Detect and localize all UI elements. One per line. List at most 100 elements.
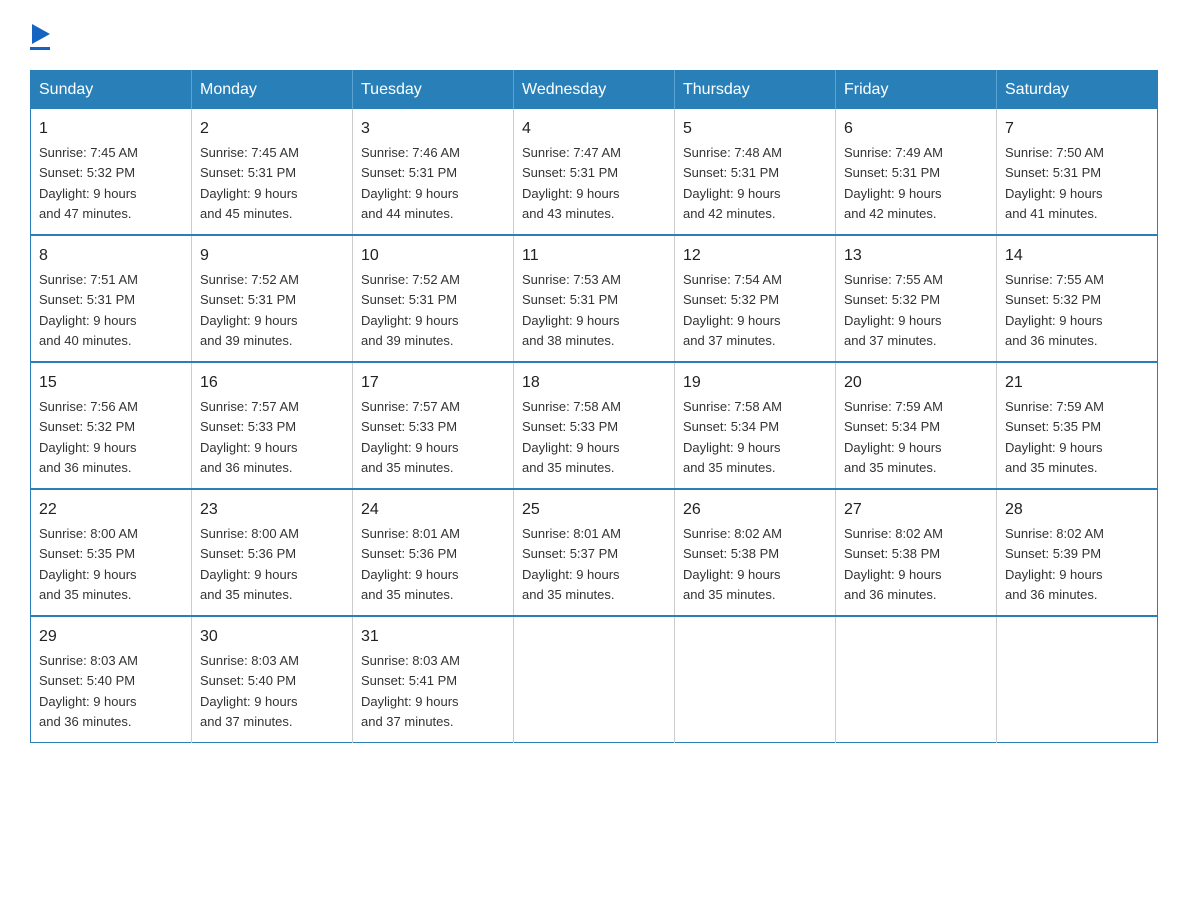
weekday-header-thursday: Thursday	[675, 71, 836, 110]
calendar-cell: 20 Sunrise: 7:59 AMSunset: 5:34 PMDaylig…	[836, 362, 997, 489]
day-number: 18	[522, 371, 666, 395]
day-number: 12	[683, 244, 827, 268]
calendar-cell: 6 Sunrise: 7:49 AMSunset: 5:31 PMDayligh…	[836, 109, 997, 235]
calendar-cell: 11 Sunrise: 7:53 AMSunset: 5:31 PMDaylig…	[514, 235, 675, 362]
day-info: Sunrise: 7:47 AMSunset: 5:31 PMDaylight:…	[522, 145, 621, 221]
day-number: 2	[200, 117, 344, 141]
calendar-cell: 22 Sunrise: 8:00 AMSunset: 5:35 PMDaylig…	[31, 489, 192, 616]
calendar-cell: 17 Sunrise: 7:57 AMSunset: 5:33 PMDaylig…	[353, 362, 514, 489]
day-number: 28	[1005, 498, 1149, 522]
day-number: 29	[39, 625, 183, 649]
day-number: 15	[39, 371, 183, 395]
weekday-header-friday: Friday	[836, 71, 997, 110]
day-info: Sunrise: 7:46 AMSunset: 5:31 PMDaylight:…	[361, 145, 460, 221]
calendar-cell: 19 Sunrise: 7:58 AMSunset: 5:34 PMDaylig…	[675, 362, 836, 489]
day-info: Sunrise: 7:45 AMSunset: 5:32 PMDaylight:…	[39, 145, 138, 221]
day-number: 4	[522, 117, 666, 141]
calendar-cell: 31 Sunrise: 8:03 AMSunset: 5:41 PMDaylig…	[353, 616, 514, 743]
calendar-cell: 29 Sunrise: 8:03 AMSunset: 5:40 PMDaylig…	[31, 616, 192, 743]
day-info: Sunrise: 8:03 AMSunset: 5:41 PMDaylight:…	[361, 653, 460, 729]
day-number: 8	[39, 244, 183, 268]
calendar-week-5: 29 Sunrise: 8:03 AMSunset: 5:40 PMDaylig…	[31, 616, 1158, 743]
day-info: Sunrise: 7:58 AMSunset: 5:34 PMDaylight:…	[683, 399, 782, 475]
day-number: 14	[1005, 244, 1149, 268]
day-number: 17	[361, 371, 505, 395]
calendar-cell: 26 Sunrise: 8:02 AMSunset: 5:38 PMDaylig…	[675, 489, 836, 616]
weekday-header-wednesday: Wednesday	[514, 71, 675, 110]
calendar-cell: 21 Sunrise: 7:59 AMSunset: 5:35 PMDaylig…	[997, 362, 1158, 489]
page-header	[30, 20, 1158, 50]
calendar-cell: 2 Sunrise: 7:45 AMSunset: 5:31 PMDayligh…	[192, 109, 353, 235]
day-number: 25	[522, 498, 666, 522]
day-info: Sunrise: 7:59 AMSunset: 5:35 PMDaylight:…	[1005, 399, 1104, 475]
day-info: Sunrise: 7:49 AMSunset: 5:31 PMDaylight:…	[844, 145, 943, 221]
day-info: Sunrise: 7:57 AMSunset: 5:33 PMDaylight:…	[361, 399, 460, 475]
calendar-cell: 9 Sunrise: 7:52 AMSunset: 5:31 PMDayligh…	[192, 235, 353, 362]
calendar-cell: 3 Sunrise: 7:46 AMSunset: 5:31 PMDayligh…	[353, 109, 514, 235]
day-info: Sunrise: 8:02 AMSunset: 5:39 PMDaylight:…	[1005, 526, 1104, 602]
day-info: Sunrise: 7:52 AMSunset: 5:31 PMDaylight:…	[361, 272, 460, 348]
day-info: Sunrise: 7:54 AMSunset: 5:32 PMDaylight:…	[683, 272, 782, 348]
day-number: 21	[1005, 371, 1149, 395]
day-number: 5	[683, 117, 827, 141]
day-info: Sunrise: 8:02 AMSunset: 5:38 PMDaylight:…	[683, 526, 782, 602]
weekday-header-monday: Monday	[192, 71, 353, 110]
day-info: Sunrise: 8:01 AMSunset: 5:36 PMDaylight:…	[361, 526, 460, 602]
calendar-cell: 4 Sunrise: 7:47 AMSunset: 5:31 PMDayligh…	[514, 109, 675, 235]
day-number: 20	[844, 371, 988, 395]
calendar-week-2: 8 Sunrise: 7:51 AMSunset: 5:31 PMDayligh…	[31, 235, 1158, 362]
calendar-cell: 7 Sunrise: 7:50 AMSunset: 5:31 PMDayligh…	[997, 109, 1158, 235]
day-number: 30	[200, 625, 344, 649]
calendar-table: SundayMondayTuesdayWednesdayThursdayFrid…	[30, 70, 1158, 743]
calendar-week-4: 22 Sunrise: 8:00 AMSunset: 5:35 PMDaylig…	[31, 489, 1158, 616]
day-number: 27	[844, 498, 988, 522]
day-number: 22	[39, 498, 183, 522]
logo	[30, 20, 50, 50]
day-number: 3	[361, 117, 505, 141]
day-info: Sunrise: 8:00 AMSunset: 5:35 PMDaylight:…	[39, 526, 138, 602]
day-info: Sunrise: 7:51 AMSunset: 5:31 PMDaylight:…	[39, 272, 138, 348]
day-info: Sunrise: 7:50 AMSunset: 5:31 PMDaylight:…	[1005, 145, 1104, 221]
logo-arrow-icon	[32, 24, 50, 44]
day-number: 23	[200, 498, 344, 522]
day-number: 1	[39, 117, 183, 141]
day-info: Sunrise: 7:48 AMSunset: 5:31 PMDaylight:…	[683, 145, 782, 221]
calendar-cell: 14 Sunrise: 7:55 AMSunset: 5:32 PMDaylig…	[997, 235, 1158, 362]
day-info: Sunrise: 8:01 AMSunset: 5:37 PMDaylight:…	[522, 526, 621, 602]
day-number: 31	[361, 625, 505, 649]
calendar-cell: 1 Sunrise: 7:45 AMSunset: 5:32 PMDayligh…	[31, 109, 192, 235]
day-info: Sunrise: 7:55 AMSunset: 5:32 PMDaylight:…	[1005, 272, 1104, 348]
calendar-cell: 5 Sunrise: 7:48 AMSunset: 5:31 PMDayligh…	[675, 109, 836, 235]
calendar-cell	[997, 616, 1158, 743]
calendar-week-3: 15 Sunrise: 7:56 AMSunset: 5:32 PMDaylig…	[31, 362, 1158, 489]
calendar-cell: 30 Sunrise: 8:03 AMSunset: 5:40 PMDaylig…	[192, 616, 353, 743]
weekday-header-sunday: Sunday	[31, 71, 192, 110]
day-info: Sunrise: 7:57 AMSunset: 5:33 PMDaylight:…	[200, 399, 299, 475]
calendar-cell: 15 Sunrise: 7:56 AMSunset: 5:32 PMDaylig…	[31, 362, 192, 489]
calendar-cell: 8 Sunrise: 7:51 AMSunset: 5:31 PMDayligh…	[31, 235, 192, 362]
calendar-cell: 12 Sunrise: 7:54 AMSunset: 5:32 PMDaylig…	[675, 235, 836, 362]
weekday-header-row: SundayMondayTuesdayWednesdayThursdayFrid…	[31, 71, 1158, 110]
day-info: Sunrise: 7:56 AMSunset: 5:32 PMDaylight:…	[39, 399, 138, 475]
calendar-cell	[836, 616, 997, 743]
weekday-header-tuesday: Tuesday	[353, 71, 514, 110]
day-number: 9	[200, 244, 344, 268]
day-number: 13	[844, 244, 988, 268]
day-info: Sunrise: 8:02 AMSunset: 5:38 PMDaylight:…	[844, 526, 943, 602]
calendar-cell: 10 Sunrise: 7:52 AMSunset: 5:31 PMDaylig…	[353, 235, 514, 362]
day-number: 11	[522, 244, 666, 268]
calendar-cell: 24 Sunrise: 8:01 AMSunset: 5:36 PMDaylig…	[353, 489, 514, 616]
day-info: Sunrise: 7:55 AMSunset: 5:32 PMDaylight:…	[844, 272, 943, 348]
day-number: 16	[200, 371, 344, 395]
calendar-cell: 28 Sunrise: 8:02 AMSunset: 5:39 PMDaylig…	[997, 489, 1158, 616]
day-info: Sunrise: 7:53 AMSunset: 5:31 PMDaylight:…	[522, 272, 621, 348]
calendar-week-1: 1 Sunrise: 7:45 AMSunset: 5:32 PMDayligh…	[31, 109, 1158, 235]
day-number: 26	[683, 498, 827, 522]
day-number: 10	[361, 244, 505, 268]
day-number: 6	[844, 117, 988, 141]
weekday-header-saturday: Saturday	[997, 71, 1158, 110]
day-info: Sunrise: 8:03 AMSunset: 5:40 PMDaylight:…	[39, 653, 138, 729]
calendar-cell: 16 Sunrise: 7:57 AMSunset: 5:33 PMDaylig…	[192, 362, 353, 489]
day-info: Sunrise: 7:59 AMSunset: 5:34 PMDaylight:…	[844, 399, 943, 475]
day-number: 24	[361, 498, 505, 522]
